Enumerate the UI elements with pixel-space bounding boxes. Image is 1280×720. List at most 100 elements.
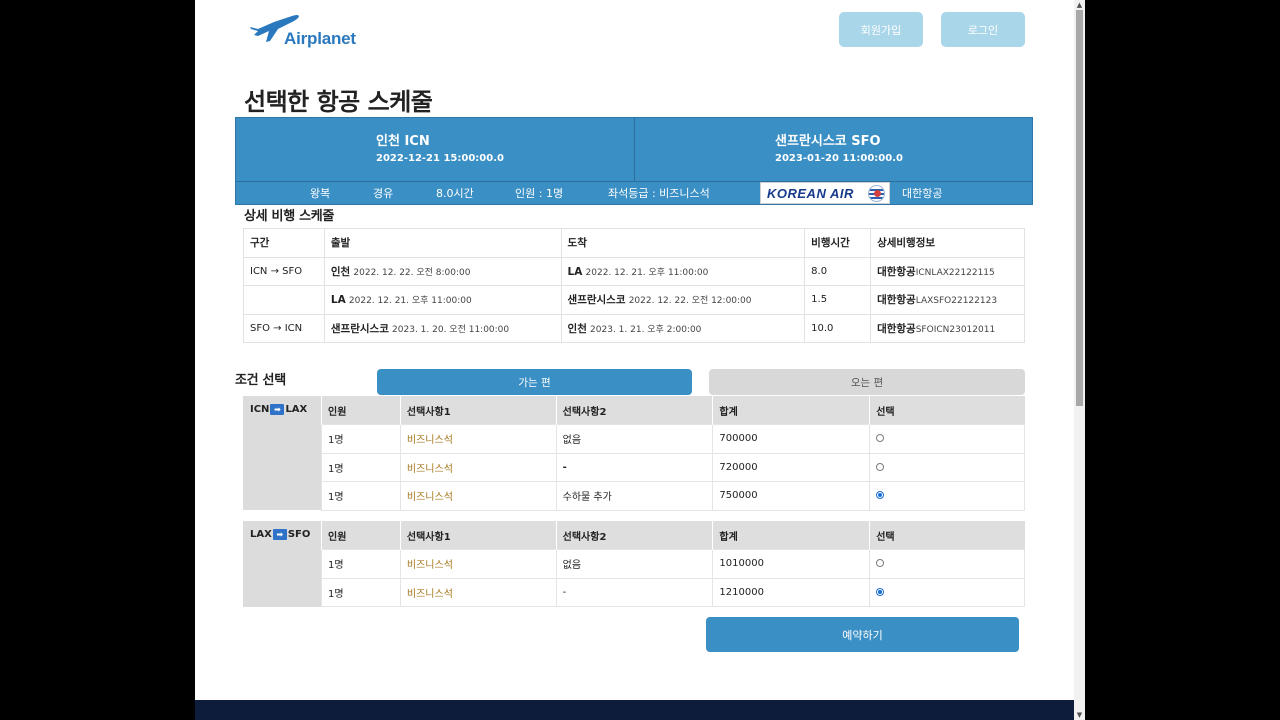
page-title: 선택한 항공 스케줄	[244, 88, 433, 116]
departure-time: 2022. 12. 22. 오전 8:00:00	[353, 267, 471, 278]
segment-cell	[243, 285, 325, 315]
select-radio[interactable]	[876, 434, 885, 443]
korean-air-logo-text: KOREAN AIR	[767, 185, 854, 201]
col-header-departure: 출발	[323, 228, 562, 258]
airline: 대한항공	[877, 294, 916, 307]
scroll-down-arrow-icon[interactable]: ▼	[1074, 710, 1085, 720]
table-header-row: 구간 출발 도착 비행시간 상세비행정보	[243, 228, 1025, 258]
total-cell: 700000	[712, 424, 871, 454]
duration-cell: 1.5	[804, 285, 872, 315]
select-cell	[869, 481, 1025, 511]
option2-cell: 없음	[555, 424, 714, 454]
airline-name: 대한항공	[902, 187, 943, 200]
flight-code: SFOICN23012011	[915, 324, 996, 335]
arrival-place: 인천	[567, 322, 587, 335]
table-row[interactable]: 1명 비즈니스석 없음 1010000	[321, 549, 1025, 579]
korean-air-logo: KOREAN AIR	[760, 182, 890, 204]
people-cell: 1명	[321, 549, 401, 579]
col-header-duration: 비행시간	[804, 228, 872, 258]
select-radio[interactable]	[876, 462, 885, 471]
segment-cell: SFO → ICN	[243, 313, 325, 343]
vertical-scrollbar[interactable]: ▲ ▼	[1074, 0, 1085, 720]
footer-bar	[195, 700, 1074, 720]
departure-city: 인천 ICN	[376, 134, 430, 149]
arrival-city: 샌프란시스코 SFO	[775, 134, 881, 149]
arrival-time: 2022. 12. 21. 오후 11:00:00	[585, 267, 709, 278]
select-cell	[869, 424, 1025, 454]
col-header-segment: 구간	[243, 228, 325, 258]
login-button[interactable]: 로그인	[941, 12, 1025, 47]
people-cell: 1명	[321, 424, 401, 454]
total-cell: 720000	[712, 452, 871, 482]
total-cell: 1210000	[712, 577, 871, 607]
scrollbar-thumb[interactable]	[1076, 10, 1083, 406]
col-header-option2: 선택사항2	[555, 396, 713, 425]
select-cell	[869, 549, 1025, 579]
reserve-button[interactable]: 예약하기	[706, 617, 1019, 652]
arrow-right-icon: ➡	[270, 404, 285, 415]
col-header-total: 합계	[712, 396, 870, 425]
flight-info-cell: 대한항공SFOICN23012011	[870, 313, 1025, 343]
option1-cell: 비즈니스석	[399, 481, 557, 511]
scroll-up-arrow-icon[interactable]: ▲	[1074, 0, 1085, 10]
departure-time: 2023. 1. 20. 오전 11:00:00	[392, 324, 510, 335]
arrival-place: LA	[567, 265, 583, 278]
table-row[interactable]: 1명 비즈니스석 - 720000	[321, 452, 1025, 482]
signup-button[interactable]: 회원가입	[839, 12, 923, 47]
col-header-flight-info: 상세비행정보	[870, 228, 1025, 258]
duration-cell: 10.0	[804, 313, 872, 343]
detail-schedule-table: 구간 출발 도착 비행시간 상세비행정보 ICN → SFO 인천 2022. …	[243, 228, 1025, 343]
arrow-right-icon: ➡	[272, 529, 287, 540]
col-header-select: 선택	[869, 521, 1025, 550]
route-to: SFO	[287, 529, 311, 540]
table-row[interactable]: 1명 비즈니스석 없음 700000	[321, 424, 1025, 454]
table-row[interactable]: 1명 비즈니스석 수하물 추가 750000	[321, 481, 1025, 511]
option1-cell: 비즈니스석	[399, 452, 557, 482]
stops: 경유	[373, 187, 394, 200]
departure-cell: LA 2022. 12. 21. 오후 11:00:00	[323, 285, 562, 315]
flight-summary-banner: 인천 ICN 2022-12-21 15:00:00.0 샌프란시스코 SFO …	[235, 117, 1033, 205]
option1-cell: 비즈니스석	[399, 424, 557, 454]
option-group-icn-lax: ICN ➡ LAX 인원 선택사항1 선택사항2 합계 선택 1명 비즈니스석 없음…	[243, 396, 1025, 511]
people-cell: 1명	[321, 577, 401, 607]
route-from: LAX	[250, 529, 272, 540]
departure-time: 2022. 12. 21. 오후 11:00:00	[348, 296, 472, 307]
banner-divider	[634, 118, 635, 181]
departure-cell: 샌프란시스코 2023. 1. 20. 오전 11:00:00	[323, 313, 562, 343]
option-table: 인원 선택사항1 선택사항2 합계 선택 1명 비즈니스석 없음 700000 …	[321, 396, 1025, 511]
option1-cell: 비즈니스석	[399, 577, 557, 607]
select-radio-checked[interactable]	[876, 587, 885, 596]
flight-info-cell: 대한항공LAXSFO22122123	[870, 285, 1025, 315]
option-group-lax-sfo: LAX ➡ SFO 인원 선택사항1 선택사항2 합계 선택 1명 비즈니스석 없음…	[243, 521, 1025, 607]
trip-type: 왕복	[310, 187, 331, 200]
select-radio-checked[interactable]	[876, 491, 885, 500]
page-content: Airplanet 회원가입 로그인 선택한 항공 스케줄 인천 ICN 202…	[195, 0, 1074, 720]
table-row[interactable]: 1명 비즈니스석 - 1210000	[321, 577, 1025, 607]
departure-cell: 인천 2022. 12. 22. 오전 8:00:00	[323, 256, 562, 286]
table-header-row: 인원 선택사항1 선택사항2 합계 선택	[321, 521, 1025, 550]
route-from: ICN	[250, 404, 270, 415]
table-row: LA 2022. 12. 21. 오후 11:00:00 샌프란시스코 2022…	[243, 285, 1025, 315]
option1-cell: 비즈니스석	[399, 549, 557, 579]
select-cell	[869, 452, 1025, 482]
table-row: ICN → SFO 인천 2022. 12. 22. 오전 8:00:00 LA…	[243, 256, 1025, 286]
tab-inbound[interactable]: 오는 편	[709, 369, 1025, 395]
col-header-select: 선택	[869, 396, 1025, 425]
logo-text: Airplanet	[284, 29, 356, 48]
route-label: LAX ➡ SFO	[243, 521, 321, 607]
tab-outbound[interactable]: 가는 편	[377, 369, 692, 395]
select-radio[interactable]	[876, 559, 885, 568]
table-header-row: 인원 선택사항1 선택사항2 합계 선택	[321, 396, 1025, 425]
conditions-title: 조건 선택	[235, 373, 286, 388]
arrival-cell: 인천 2023. 1. 21. 오후 2:00:00	[560, 313, 806, 343]
flight-code: ICNLAX22122115	[915, 267, 995, 278]
duration-cell: 8.0	[804, 256, 872, 286]
detail-schedule-title: 상세 비행 스케줄	[244, 209, 335, 224]
airline: 대한항공	[877, 265, 916, 278]
flight-code: LAXSFO22122123	[915, 296, 998, 307]
option2-cell: -	[555, 577, 714, 607]
col-header-option1: 선택사항1	[399, 396, 557, 425]
route-label: ICN ➡ LAX	[243, 396, 321, 510]
airplanet-logo[interactable]: Airplanet	[248, 10, 363, 48]
departure-place: LA	[330, 294, 346, 307]
